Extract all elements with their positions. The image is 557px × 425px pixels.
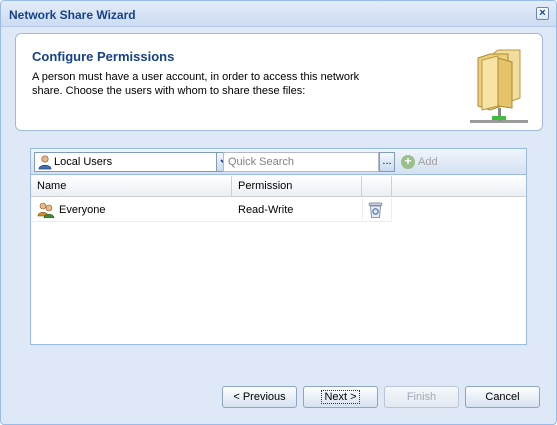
quick-search-input[interactable]: [223, 152, 379, 172]
grid-header: Name Permission: [31, 176, 526, 197]
user-icon: [38, 155, 52, 170]
row-permission[interactable]: Read-Write: [232, 198, 299, 222]
finish-button[interactable]: Finish: [384, 386, 459, 408]
table-row[interactable]: Everyone Read-Write: [31, 198, 392, 222]
folder-share-icon: [470, 49, 528, 123]
next-button[interactable]: Next >: [303, 386, 378, 408]
cancel-button[interactable]: Cancel: [465, 386, 540, 408]
window-title: Network Share Wizard: [9, 8, 136, 22]
cancel-label: Cancel: [485, 391, 520, 403]
close-icon: ×: [539, 7, 546, 19]
page-title: Configure Permissions: [32, 49, 175, 64]
close-button[interactable]: ×: [536, 7, 549, 20]
row-action-cell: [362, 198, 392, 222]
title-bar[interactable]: Network Share Wizard ×: [1, 1, 556, 27]
column-header-name[interactable]: Name: [31, 176, 232, 197]
column-header-action: [362, 176, 392, 197]
row-name: Everyone: [59, 204, 106, 216]
search-browse-button[interactable]: ...: [379, 152, 395, 172]
column-header-permission[interactable]: Permission: [232, 176, 362, 197]
user-source-value: Local Users: [54, 156, 113, 168]
add-icon: +: [401, 155, 415, 169]
grid-toolbar: Local Users ... + Add: [31, 149, 526, 175]
finish-label: Finish: [406, 391, 437, 403]
user-source-select[interactable]: Local Users: [34, 152, 217, 172]
previous-label: < Previous: [233, 391, 286, 403]
wizard-window: Network Share Wizard × Configure Permiss…: [0, 0, 557, 425]
next-label: Next >: [321, 390, 360, 404]
previous-button[interactable]: < Previous: [222, 386, 297, 408]
header-panel: Configure Permissions A person must have…: [15, 33, 543, 131]
page-description: A person must have a user account, in or…: [32, 71, 360, 97]
add-label: Add: [418, 156, 438, 168]
permissions-grid: Local Users ... + Add Name Permission: [30, 148, 527, 345]
